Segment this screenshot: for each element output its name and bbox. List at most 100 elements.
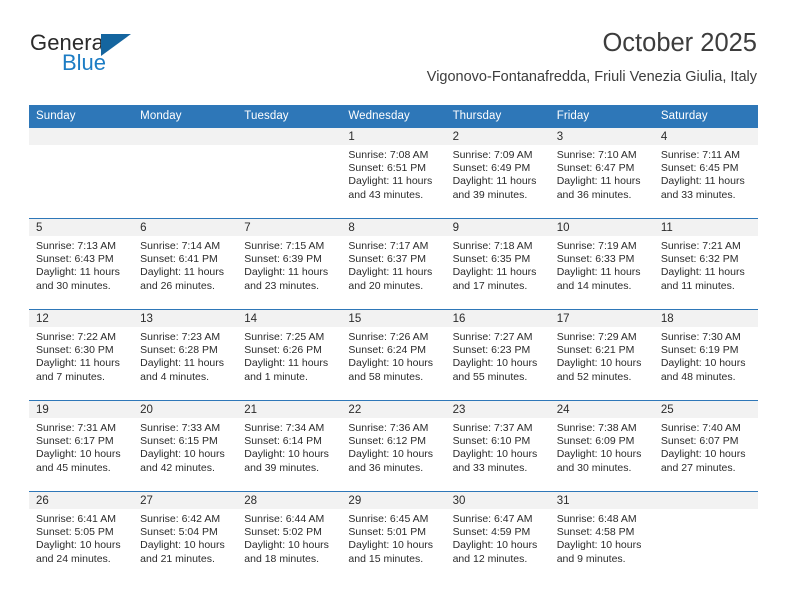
day-details: Sunrise: 7:30 AM Sunset: 6:19 PM Daylight:… xyxy=(654,327,758,384)
title-block: October 2025 Vigonovo-Fontanafredda, Fri… xyxy=(427,28,757,87)
day-number: 30 xyxy=(445,492,550,509)
sunset-time: Sunset: 5:04 PM xyxy=(140,526,218,539)
day-details: Sunrise: 7:40 AM Sunset: 6:07 PM Daylight:… xyxy=(654,418,758,475)
calendar-day-cell[interactable]: 16 Sunrise: 7:27 AM Sunset: 6:23 PM Dayligh… xyxy=(445,309,550,401)
daylight-duration-line2: and 15 minutes. xyxy=(348,552,424,565)
day-number: 15 xyxy=(341,310,446,327)
day-details: Sunrise: 7:34 AM Sunset: 6:14 PM Daylight:… xyxy=(237,418,341,475)
day-number: 27 xyxy=(133,492,238,509)
daylight-duration-line2: and 1 minute. xyxy=(244,370,308,383)
daylight-duration-line2: and 20 minutes. xyxy=(348,279,424,292)
calendar-day-cell[interactable]: 14 Sunrise: 7:25 AM Sunset: 6:26 PM Dayligh… xyxy=(237,309,342,401)
calendar-day-cell[interactable]: 8 Sunrise: 7:17 AM Sunset: 6:37 PM Daylight… xyxy=(341,218,446,310)
daylight-duration-line2: and 26 minutes. xyxy=(140,279,215,292)
calendar-day-cell[interactable]: 20 Sunrise: 7:33 AM Sunset: 6:15 PM Dayligh… xyxy=(133,400,238,492)
day-details: Sunrise: 7:14 AM Sunset: 6:41 PM Daylight:… xyxy=(133,236,237,293)
day-number: 29 xyxy=(341,492,446,509)
calendar-day-cell[interactable]: 3 Sunrise: 7:10 AM Sunset: 6:47 PM Daylight… xyxy=(549,128,654,219)
daylight-duration-line2: and 58 minutes. xyxy=(348,370,424,383)
sunset-time: Sunset: 6:47 PM xyxy=(556,162,635,175)
daylight-duration-line1: Daylight: 10 hours xyxy=(140,539,225,552)
logo-text-blue: Blue xyxy=(62,50,107,75)
calendar-day-cell[interactable]: 24 Sunrise: 7:38 AM Sunset: 6:09 PM Dayligh… xyxy=(549,400,654,492)
daylight-duration-line1: Daylight: 10 hours xyxy=(36,448,121,461)
day-number: 3 xyxy=(549,128,654,145)
sunrise-time: Sunrise: 7:21 AM xyxy=(660,240,741,252)
daylight-duration-line2: and 55 minutes. xyxy=(452,370,528,383)
calendar-day-cell[interactable]: 29 Sunrise: 6:45 AM Sunset: 5:01 PM Dayligh… xyxy=(341,491,446,582)
sunrise-time: Sunrise: 7:13 AM xyxy=(36,240,116,252)
day-number: 1 xyxy=(341,128,446,145)
calendar-day-cell-empty xyxy=(653,491,758,582)
general-blue-logo[interactable]: General Blue xyxy=(29,30,229,86)
calendar-week-row: 19 Sunrise: 7:31 AM Sunset: 6:17 PM Dayligh… xyxy=(29,400,758,492)
day-details: Sunrise: 7:25 AM Sunset: 6:26 PM Daylight:… xyxy=(237,327,341,384)
calendar-day-cell[interactable]: 26 Sunrise: 6:41 AM Sunset: 5:05 PM Dayligh… xyxy=(29,491,134,582)
calendar-day-cell[interactable]: 6 Sunrise: 7:14 AM Sunset: 6:41 PM Daylight… xyxy=(133,218,238,310)
calendar-day-cell[interactable]: 2 Sunrise: 7:09 AM Sunset: 6:49 PM Daylight… xyxy=(445,128,550,219)
page-header: General Blue October 2025 Vigonovo-Fonta… xyxy=(29,28,757,98)
calendar-day-cell[interactable]: 28 Sunrise: 6:44 AM Sunset: 5:02 PM Dayligh… xyxy=(237,491,342,582)
sunset-time: Sunset: 6:10 PM xyxy=(452,435,531,448)
daylight-duration-line1: Daylight: 10 hours xyxy=(556,448,642,461)
daylight-duration-line2: and 33 minutes. xyxy=(660,188,736,201)
sunset-time: Sunset: 6:33 PM xyxy=(556,253,635,266)
day-number xyxy=(133,128,238,145)
day-number: 25 xyxy=(653,401,758,418)
calendar-day-cell[interactable]: 7 Sunrise: 7:15 AM Sunset: 6:39 PM Daylight… xyxy=(237,218,342,310)
calendar-day-cell[interactable]: 15 Sunrise: 7:26 AM Sunset: 6:24 PM Dayligh… xyxy=(341,309,446,401)
day-number: 11 xyxy=(653,219,758,236)
day-details: Sunrise: 7:37 AM Sunset: 6:10 PM Daylight:… xyxy=(446,418,550,475)
sunset-time: Sunset: 5:05 PM xyxy=(36,526,114,539)
calendar-day-cell[interactable]: 27 Sunrise: 6:42 AM Sunset: 5:04 PM Dayligh… xyxy=(133,491,238,582)
day-details: Sunrise: 7:09 AM Sunset: 6:49 PM Daylight:… xyxy=(446,145,550,202)
calendar-day-cell[interactable]: 10 Sunrise: 7:19 AM Sunset: 6:33 PM Dayligh… xyxy=(549,218,654,310)
daylight-duration-line1: Daylight: 10 hours xyxy=(556,357,642,370)
calendar-day-cell[interactable]: 12 Sunrise: 7:22 AM Sunset: 6:30 PM Dayligh… xyxy=(29,309,134,401)
calendar-day-cell[interactable]: 5 Sunrise: 7:13 AM Sunset: 6:43 PM Daylight… xyxy=(29,218,134,310)
day-number: 10 xyxy=(549,219,654,236)
calendar-day-cell[interactable]: 4 Sunrise: 7:11 AM Sunset: 6:45 PM Daylight… xyxy=(653,128,758,219)
calendar-day-cell[interactable]: 30 Sunrise: 6:47 AM Sunset: 4:59 PM Dayligh… xyxy=(445,491,550,582)
calendar-day-cell[interactable]: 1 Sunrise: 7:08 AM Sunset: 6:51 PM Daylight… xyxy=(341,128,446,219)
day-details: Sunrise: 6:47 AM Sunset: 4:59 PM Daylight:… xyxy=(446,509,550,566)
daylight-duration-line1: Daylight: 11 hours xyxy=(660,266,745,279)
daylight-duration-line1: Daylight: 11 hours xyxy=(348,175,433,188)
weekday-header-friday: Friday xyxy=(549,105,654,128)
calendar-day-cell[interactable]: 17 Sunrise: 7:29 AM Sunset: 6:21 PM Dayligh… xyxy=(549,309,654,401)
daylight-duration-line1: Daylight: 10 hours xyxy=(452,357,538,370)
calendar-day-cell[interactable]: 25 Sunrise: 7:40 AM Sunset: 6:07 PM Dayligh… xyxy=(653,400,758,492)
calendar-day-cell[interactable]: 23 Sunrise: 7:37 AM Sunset: 6:10 PM Dayligh… xyxy=(445,400,550,492)
calendar-day-cell[interactable]: 18 Sunrise: 7:30 AM Sunset: 6:19 PM Dayligh… xyxy=(653,309,758,401)
calendar-day-cell[interactable]: 13 Sunrise: 7:23 AM Sunset: 6:28 PM Dayligh… xyxy=(133,309,238,401)
daylight-duration-line2: and 45 minutes. xyxy=(36,461,111,474)
calendar-day-cell[interactable]: 9 Sunrise: 7:18 AM Sunset: 6:35 PM Daylight… xyxy=(445,218,550,310)
sunset-time: Sunset: 5:02 PM xyxy=(244,526,322,539)
daylight-duration-line2: and 39 minutes. xyxy=(244,461,319,474)
sunrise-time: Sunrise: 7:30 AM xyxy=(660,331,741,343)
daylight-duration-line2: and 36 minutes. xyxy=(348,461,424,474)
daylight-duration-line2: and 42 minutes. xyxy=(140,461,215,474)
daylight-duration-line1: Daylight: 11 hours xyxy=(244,266,329,279)
sunrise-time: Sunrise: 7:25 AM xyxy=(244,331,325,343)
day-details: Sunrise: 7:10 AM Sunset: 6:47 PM Daylight:… xyxy=(550,145,654,202)
sunrise-time: Sunrise: 7:26 AM xyxy=(348,331,429,343)
calendar-day-cell[interactable]: 11 Sunrise: 7:21 AM Sunset: 6:32 PM Dayligh… xyxy=(653,218,758,310)
sunrise-time: Sunrise: 7:27 AM xyxy=(452,331,533,343)
weekday-header-monday: Monday xyxy=(133,105,238,128)
day-number: 23 xyxy=(445,401,550,418)
calendar-day-cell-empty xyxy=(29,128,134,219)
daylight-duration-line1: Daylight: 11 hours xyxy=(452,266,537,279)
calendar-day-cell[interactable]: 21 Sunrise: 7:34 AM Sunset: 6:14 PM Dayligh… xyxy=(237,400,342,492)
daylight-duration-line1: Daylight: 11 hours xyxy=(36,357,120,370)
daylight-duration-line2: and 24 minutes. xyxy=(36,552,111,565)
day-number xyxy=(237,128,342,145)
day-details: Sunrise: 7:31 AM Sunset: 6:17 PM Daylight:… xyxy=(29,418,133,475)
sunrise-time: Sunrise: 6:45 AM xyxy=(348,513,429,525)
calendar-day-cell[interactable]: 31 Sunrise: 6:48 AM Sunset: 4:58 PM Dayligh… xyxy=(549,491,654,582)
daylight-duration-line1: Daylight: 11 hours xyxy=(556,266,641,279)
calendar-day-cell[interactable]: 19 Sunrise: 7:31 AM Sunset: 6:17 PM Dayligh… xyxy=(29,400,134,492)
day-number: 17 xyxy=(549,310,654,327)
day-number: 4 xyxy=(653,128,758,145)
calendar-day-cell[interactable]: 22 Sunrise: 7:36 AM Sunset: 6:12 PM Dayligh… xyxy=(341,400,446,492)
